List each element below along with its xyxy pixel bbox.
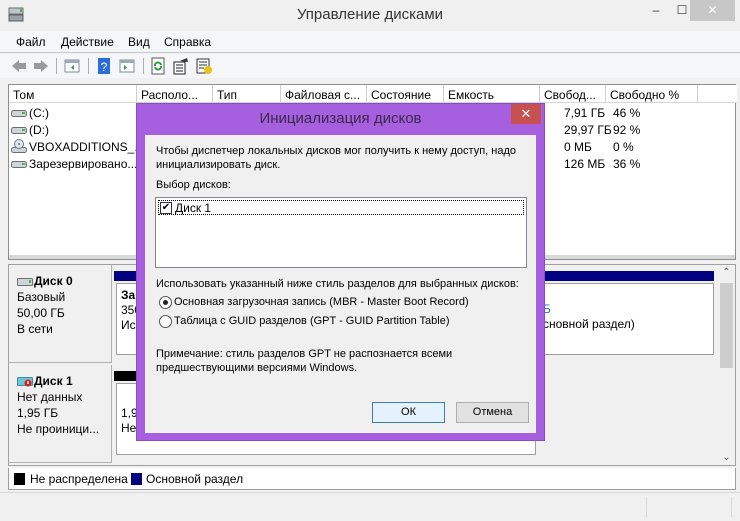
- volume-free-space: 29,97 ГБ: [564, 123, 612, 137]
- refresh-icon[interactable]: [149, 57, 167, 75]
- partition-main[interactable]: Б сновной раздел): [538, 283, 714, 355]
- volume-name: VBOXADDITIONS_...: [29, 140, 145, 154]
- legend-label-primary: Основной раздел: [146, 472, 244, 486]
- volume-free-space: 0 МБ: [564, 140, 592, 154]
- cd-drive-icon: [11, 139, 27, 153]
- disk-type: Нет данных: [17, 390, 83, 404]
- drive-icon: [11, 110, 27, 117]
- disk-title: Диск 1: [34, 374, 73, 388]
- note-line: предшествующими версиями Windows.: [156, 362, 358, 374]
- column-header-free-space[interactable]: Свобод...: [540, 85, 606, 103]
- dialog-title: Инициализация дисков: [259, 110, 422, 127]
- column-header-status[interactable]: Состояние: [367, 85, 444, 103]
- mbr-option-label: Основная загрузочная запись (MBR - Maste…: [174, 296, 469, 308]
- toolbar: ?: [0, 54, 740, 78]
- disk-0-label[interactable]: Диск 0 Базовый 50,00 ГБ В сети: [9, 265, 112, 363]
- volume-free-space: 126 МБ: [564, 157, 606, 171]
- partition-style-label: Использовать указанный ниже стиль раздел…: [156, 278, 519, 290]
- status-divider: [646, 497, 647, 517]
- column-header-volume[interactable]: Том: [9, 85, 137, 103]
- list-item-disk-1[interactable]: ✔ Диск 1: [158, 200, 524, 215]
- column-header-filesystem[interactable]: Файловая с...: [281, 85, 367, 103]
- forward-icon[interactable]: [32, 57, 50, 75]
- scrollbar-thumb[interactable]: [720, 283, 733, 368]
- window-title: Управление дисками: [296, 6, 444, 23]
- menu-bar: Файл Действие Вид Справка: [0, 31, 740, 53]
- disk-status: Не проиници...: [17, 422, 100, 436]
- toolbar-separator: [143, 58, 144, 74]
- dialog-close-button[interactable]: ✕: [511, 104, 541, 124]
- legend-label-unallocated: Не распределена: [30, 472, 128, 486]
- dialog-intro-text: Чтобы диспетчер локальных дисков мог пол…: [156, 144, 516, 172]
- scroll-down-icon[interactable]: ⌄: [718, 452, 735, 463]
- cancel-button[interactable]: Отмена: [456, 402, 529, 423]
- settings-icon[interactable]: [195, 57, 213, 75]
- gpt-option-label: Таблица с GUID разделов (GPT - GUID Part…: [174, 315, 450, 327]
- volume-name: (C:): [29, 106, 49, 120]
- drive-icon: [11, 127, 27, 134]
- close-button[interactable]: ✕: [690, 0, 735, 21]
- status-divider: [731, 497, 732, 517]
- column-header-type[interactable]: Тип: [213, 85, 281, 103]
- svg-text:?: ?: [101, 60, 108, 74]
- partition-size: Б: [543, 302, 551, 316]
- back-icon[interactable]: [10, 57, 28, 75]
- toolbar-separator: [56, 58, 57, 74]
- gpt-radio[interactable]: [159, 315, 172, 328]
- disk-select-list[interactable]: ✔ Диск 1: [155, 197, 527, 268]
- menu-action[interactable]: Действие: [61, 35, 114, 49]
- vertical-scrollbar[interactable]: ⌃ ⌄: [718, 265, 735, 465]
- help-icon[interactable]: ?: [95, 57, 113, 75]
- column-header-empty: [698, 85, 737, 103]
- minimize-button[interactable]: ‒: [642, 0, 670, 21]
- legend-swatch-unallocated: [14, 473, 25, 485]
- dialog-body: Чтобы диспетчер локальных дисков мог пол…: [145, 135, 536, 433]
- volume-free-percent: 46 %: [613, 106, 641, 120]
- partition-status: сновной раздел): [543, 317, 635, 331]
- volume-name: (D:): [29, 123, 49, 137]
- initialize-disk-dialog: Инициализация дисков ✕ Чтобы диспетчер л…: [136, 103, 545, 441]
- disk-1-checkbox[interactable]: ✔: [160, 202, 172, 214]
- volume-name: Зарезервировано...: [29, 157, 138, 171]
- menu-view[interactable]: Вид: [128, 35, 150, 49]
- menu-file[interactable]: Файл: [16, 35, 46, 49]
- mbr-radio[interactable]: [159, 296, 172, 309]
- ok-button[interactable]: ОК: [372, 402, 445, 423]
- disk-size: 1,95 ГБ: [17, 406, 59, 420]
- show-hide-action-pane-icon[interactable]: [118, 57, 136, 75]
- gpt-note: Примечание: стиль разделов GPT не распоз…: [156, 347, 452, 375]
- disk-status: В сети: [17, 322, 53, 336]
- disk-title: Диск 0: [34, 274, 73, 288]
- legend-swatch-primary: [131, 473, 142, 485]
- status-bar: [0, 492, 740, 521]
- volume-free-percent: 92 %: [613, 123, 641, 137]
- scroll-up-icon[interactable]: ⌃: [718, 267, 735, 278]
- list-item-label: Диск 1: [175, 201, 212, 215]
- disk-size: 50,00 ГБ: [17, 306, 65, 320]
- disk-type: Базовый: [17, 290, 66, 304]
- intro-line: Чтобы диспетчер локальных дисков мог пол…: [156, 145, 516, 157]
- uninitialized-disk-icon: [17, 377, 33, 387]
- note-line: Примечание: стиль разделов GPT не распоз…: [156, 348, 453, 360]
- column-header-capacity[interactable]: Емкость: [444, 85, 540, 103]
- column-header-free-percent[interactable]: Свободно %: [606, 85, 698, 103]
- drive-icon: [17, 278, 33, 287]
- menu-help[interactable]: Справка: [164, 35, 211, 49]
- disk-1-label[interactable]: Диск 1 Нет данных 1,95 ГБ Не проиници...: [9, 365, 112, 463]
- volume-free-percent: 0 %: [613, 140, 634, 154]
- volume-free-space: 7,91 ГБ: [564, 106, 606, 120]
- toolbar-separator: [88, 58, 89, 74]
- show-hide-console-tree-icon[interactable]: [63, 57, 81, 75]
- intro-line: инициализировать диск.: [156, 159, 281, 171]
- drive-icon: [11, 161, 27, 168]
- column-header-layout[interactable]: Располо...: [137, 85, 213, 103]
- legend: Не распределена Основной раздел: [8, 468, 736, 490]
- properties-icon[interactable]: [172, 57, 190, 75]
- title-bar: Управление дисками ‒ ☐ ✕: [0, 0, 740, 30]
- volume-free-percent: 36 %: [613, 157, 641, 171]
- select-disks-label: Выбор дисков:: [156, 179, 231, 191]
